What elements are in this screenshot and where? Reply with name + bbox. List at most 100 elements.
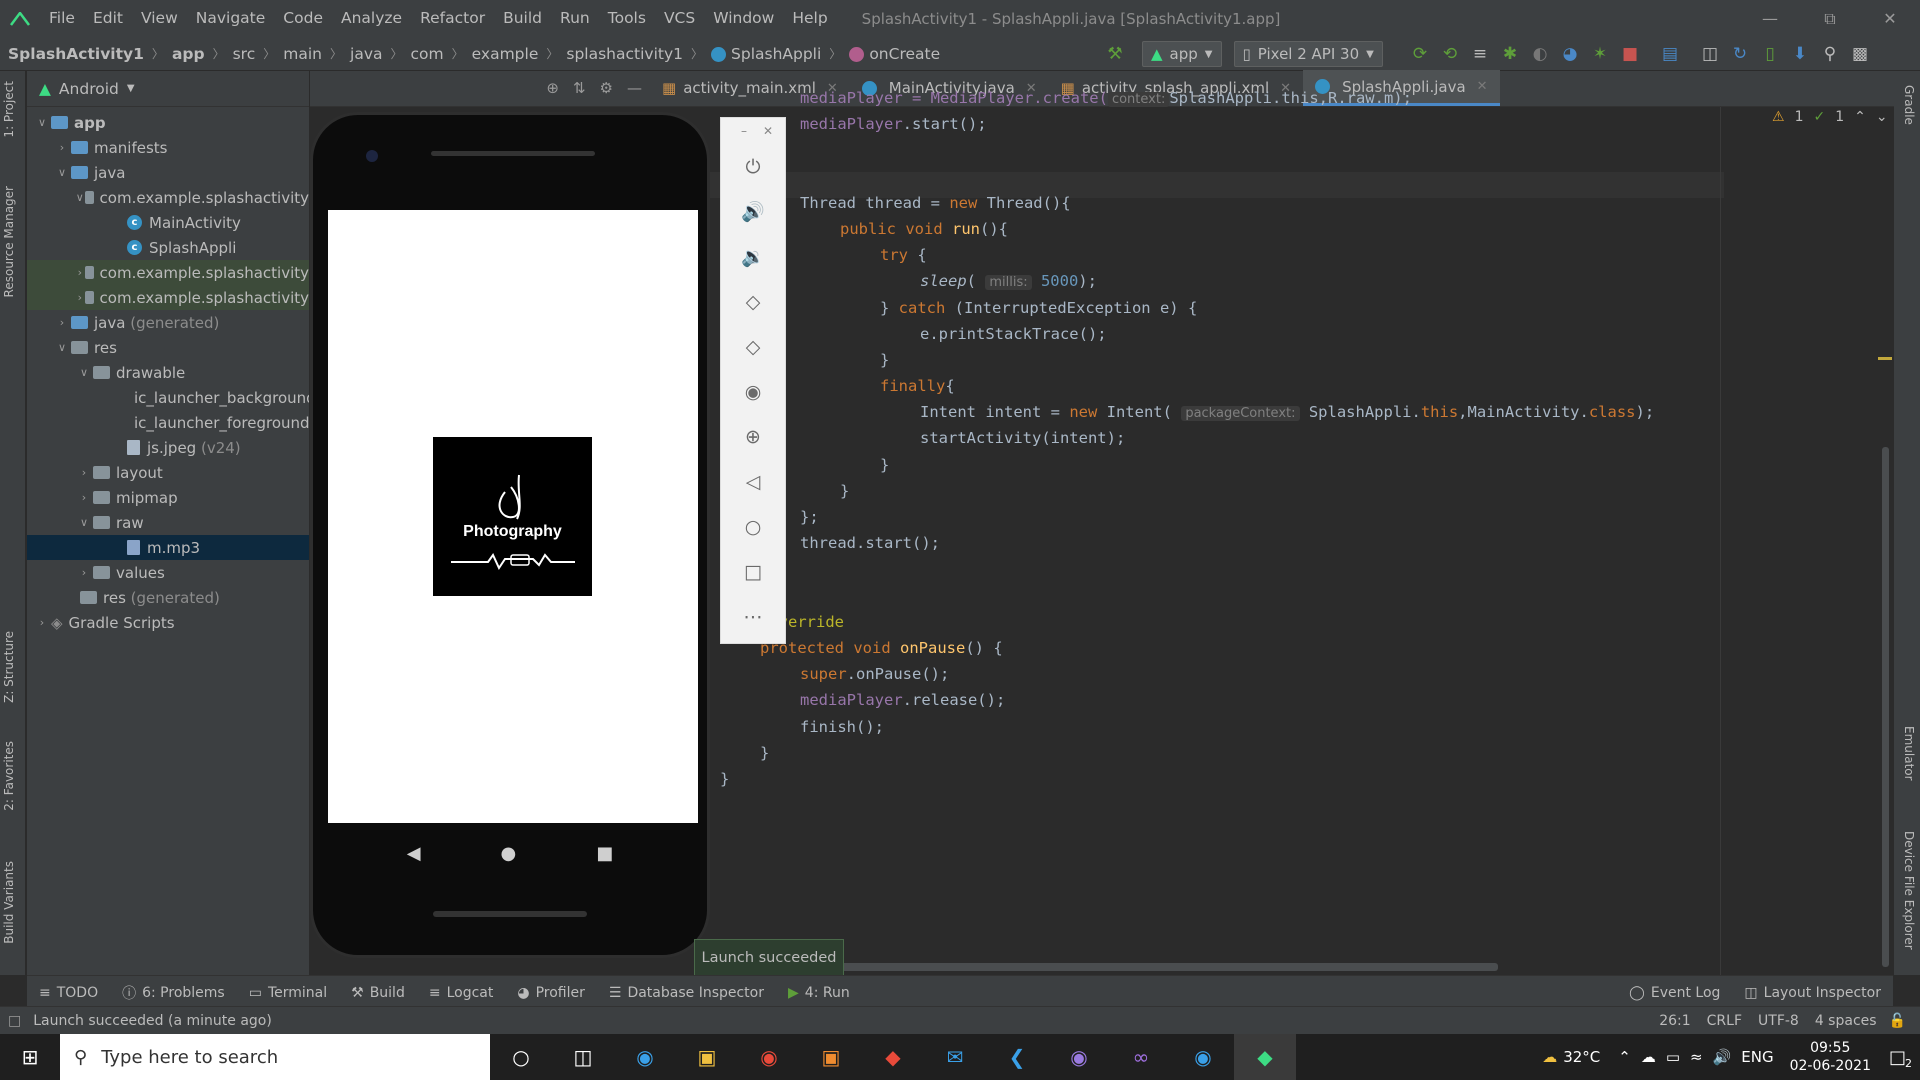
tree-item-values[interactable]: › values [27, 560, 309, 585]
screenshot-camera-icon[interactable]: ◉ [721, 369, 785, 414]
notification-center-icon[interactable]: □ 2 [1889, 1047, 1912, 1070]
line-separator[interactable]: CRLF [1707, 1013, 1742, 1029]
locate-icon[interactable]: ⊕ [546, 79, 559, 97]
hammer-icon[interactable]: ⚒ [1100, 37, 1130, 71]
onedrive-icon[interactable]: ☁ [1641, 1048, 1656, 1066]
emulator-close-icon[interactable]: ✕ [763, 124, 773, 138]
project-structure-icon[interactable]: ▤ [1655, 37, 1685, 71]
taskbar-search[interactable]: ⚲ Type here to search [60, 1034, 490, 1080]
tree-item-package-androidtest[interactable]: › com.example.splashactivity [27, 260, 309, 285]
attach-debugger-icon[interactable]: ✶ [1585, 37, 1615, 71]
menu-vcs[interactable]: VCS [655, 0, 704, 37]
file-encoding[interactable]: UTF-8 [1758, 1013, 1799, 1029]
coverage-icon[interactable]: ◐ [1525, 37, 1555, 71]
home-nav-icon[interactable]: ● [501, 843, 517, 864]
volume-down-icon[interactable]: 🔉 [721, 234, 785, 279]
next-highlight-icon[interactable]: ⌄ [1876, 109, 1888, 125]
hide-panel-icon[interactable]: — [627, 79, 642, 97]
anydesk-icon[interactable]: ◆ [862, 1034, 924, 1080]
task-view-icon[interactable]: ◫ [552, 1034, 614, 1080]
previous-highlight-icon[interactable]: ⌃ [1854, 109, 1866, 125]
wamp-icon[interactable]: ◉ [1172, 1034, 1234, 1080]
vertical-scrollbar[interactable] [1882, 447, 1889, 967]
tree-item-ic-launcher-background[interactable]: ic_launcher_background [27, 385, 309, 410]
tree-item-drawable[interactable]: ∨ drawable [27, 360, 309, 385]
tree-item-java[interactable]: ∨ java [27, 160, 309, 185]
run-tab[interactable]: ▶ 4: Run [776, 985, 862, 1001]
apply-changes-icon[interactable]: ⟳ [1405, 37, 1435, 71]
tree-item-layout[interactable]: › layout [27, 460, 309, 485]
battery-icon[interactable]: ▭ [1666, 1048, 1680, 1066]
cortana-icon[interactable]: ○ [490, 1034, 552, 1080]
windows-start-icon[interactable]: ⊞ [0, 1034, 60, 1080]
vscode-icon[interactable]: ❮ [986, 1034, 1048, 1080]
avd-manager-icon[interactable]: ▯ [1755, 37, 1785, 71]
menu-help[interactable]: Help [783, 0, 836, 37]
breadcrumb-app[interactable]: app [164, 45, 213, 63]
tree-item-raw[interactable]: ∨ raw [27, 510, 309, 535]
layout-inspector-tab[interactable]: ◫ Layout Inspector [1732, 985, 1893, 1001]
weather-icon[interactable]: ☁ [1542, 1048, 1557, 1066]
problems-tab[interactable]: ⓘ 6: Problems [110, 983, 237, 1003]
wifi-icon[interactable]: ≈ [1690, 1048, 1703, 1066]
close-button[interactable]: ✕ [1860, 0, 1920, 37]
tree-item-res-generated[interactable]: res (generated) [27, 585, 309, 610]
menu-run[interactable]: Run [551, 0, 599, 37]
android-studio-taskbar-icon[interactable]: ◆ [1234, 1034, 1296, 1080]
mail-icon[interactable]: ✉ [924, 1034, 986, 1080]
apply-code-changes-icon[interactable]: ⟲ [1435, 37, 1465, 71]
build-tab[interactable]: ⚒ Build [339, 985, 417, 1001]
build-variants-tab[interactable]: Build Variants [2, 861, 16, 944]
breadcrumb-java[interactable]: java [342, 45, 390, 63]
tree-item-res[interactable]: ∨ res [27, 335, 309, 360]
warning-marker[interactable] [1878, 357, 1892, 360]
logcat-tab[interactable]: ≡ Logcat [417, 985, 506, 1001]
profiler-tab[interactable]: ◕ Profiler [505, 985, 597, 1001]
menu-view[interactable]: View [132, 0, 187, 37]
breadcrumb-main[interactable]: main [275, 45, 330, 63]
caret-position[interactable]: 26:1 [1659, 1013, 1690, 1029]
tree-item-m-mp3[interactable]: m.mp3 [27, 535, 309, 560]
overview-icon[interactable]: □ [721, 549, 785, 594]
breadcrumb-class[interactable]: SplashAppli [703, 45, 829, 63]
github-desktop-icon[interactable]: ◉ [1048, 1034, 1110, 1080]
terminal-tab[interactable]: ▭ Terminal [237, 985, 339, 1001]
emulator-tab[interactable]: Emulator [1902, 726, 1916, 781]
search-icon[interactable]: ⚲ [1815, 37, 1845, 71]
indent-setting[interactable]: 4 spaces [1815, 1013, 1877, 1029]
back-nav-icon[interactable]: ◀ [407, 843, 421, 864]
rotate-right-icon[interactable]: ◇ [721, 324, 785, 369]
favorites-tab[interactable]: 2: Favorites [2, 741, 16, 811]
visual-studio-icon[interactable]: ∞ [1110, 1034, 1172, 1080]
breadcrumb-package[interactable]: splashactivity1 [558, 45, 691, 63]
sync-gradle-icon[interactable]: ↻ [1725, 37, 1755, 71]
zoom-icon[interactable]: ⊕ [721, 414, 785, 459]
clock[interactable]: 09:55 02-06-2021 [1790, 1039, 1871, 1075]
event-log-tab[interactable]: ◯ Event Log [1617, 985, 1732, 1001]
device-manager-icon[interactable]: ◫ [1695, 37, 1725, 71]
tree-item-app[interactable]: ∨ app [27, 110, 309, 135]
user-icon[interactable]: ▩ [1845, 37, 1875, 71]
more-icon[interactable]: ⋯ [721, 594, 785, 639]
tree-item-gradle-scripts[interactable]: › ◈ Gradle Scripts [27, 610, 309, 635]
horizontal-scrollbar[interactable] [830, 963, 1498, 971]
project-view-selector[interactable]: Android [59, 80, 119, 98]
power-icon[interactable]: ⏻ [721, 144, 785, 189]
restore-button[interactable]: ⧉ [1800, 0, 1860, 37]
breadcrumb-src[interactable]: src [225, 45, 264, 63]
code-editor[interactable]: ⚠ 1 ✓ 1 ⌃ ⌄ mediaPlayer = MediaPlayer.crea… [710, 89, 1894, 975]
minimize-button[interactable]: — [1740, 0, 1800, 37]
rotate-left-icon[interactable]: ◇ [721, 279, 785, 324]
file-explorer-icon[interactable]: ▣ [676, 1034, 738, 1080]
menu-edit[interactable]: Edit [84, 0, 132, 37]
breadcrumb-method[interactable]: onCreate [841, 45, 948, 63]
edge-browser-icon[interactable]: ◉ [614, 1034, 676, 1080]
menu-file[interactable]: File [40, 0, 84, 37]
breadcrumb-project[interactable]: SplashActivity1 [0, 45, 152, 63]
device-dropdown[interactable]: ▯ Pixel 2 API 30 ▼ [1233, 41, 1383, 67]
toggle-tool-windows-icon[interactable]: □ [8, 1013, 21, 1029]
menu-refactor[interactable]: Refactor [411, 0, 494, 37]
run-list-icon[interactable]: ≡ [1465, 37, 1495, 71]
breadcrumb-com[interactable]: com [403, 45, 452, 63]
tree-item-package-test[interactable]: › com.example.splashactivity [27, 285, 309, 310]
